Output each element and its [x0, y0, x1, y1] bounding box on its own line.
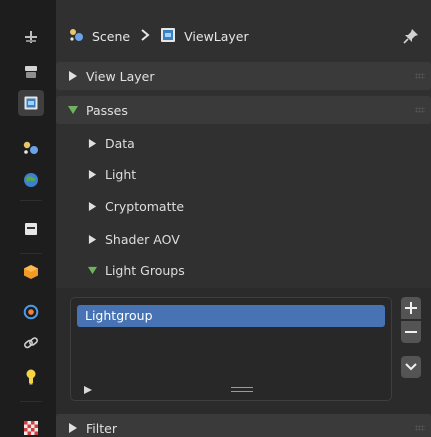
view-layer-panel-header[interactable]: View Layer	[56, 62, 431, 90]
render-tab[interactable]	[21, 62, 41, 82]
constraints-tab[interactable]	[21, 333, 41, 353]
remove-lightgroup-button[interactable]	[401, 321, 421, 343]
subpanel-light-groups[interactable]: Light Groups	[56, 255, 431, 286]
passes-panel-header[interactable]: Passes	[56, 96, 431, 124]
lightgroup-list[interactable]: Lightgroup	[70, 297, 392, 401]
drag-handle[interactable]	[415, 425, 425, 431]
drag-handle[interactable]	[415, 107, 425, 113]
physics-icon	[23, 304, 39, 320]
texture-icon	[24, 421, 38, 435]
subpanel-label: Light Groups	[105, 263, 185, 278]
collapsed-triangle-icon	[88, 235, 97, 244]
breadcrumb: Scene ViewLayer	[56, 12, 431, 60]
constraints-icon	[24, 337, 38, 349]
panel-label: View Layer	[86, 68, 155, 84]
physics-tab[interactable]	[21, 302, 41, 322]
render-icon	[25, 66, 37, 78]
subpanel-data[interactable]: Data	[56, 128, 431, 159]
collapsed-triangle-icon	[88, 139, 97, 148]
plus-icon	[405, 302, 417, 314]
collection-tab[interactable]	[21, 219, 41, 239]
view-layer-tab[interactable]	[18, 90, 44, 116]
texture-tab[interactable]	[21, 418, 41, 437]
panel-label: Passes	[86, 102, 128, 118]
subpanel-label: Cryptomatte	[105, 199, 185, 214]
collapsed-triangle-icon	[88, 202, 97, 211]
view-layer-icon	[24, 96, 38, 110]
subpanel-label: Light	[105, 167, 137, 182]
collapsed-triangle-icon	[69, 423, 77, 433]
tool-icon	[25, 31, 37, 43]
object-tab[interactable]	[21, 262, 41, 282]
world-tab[interactable]	[21, 170, 41, 190]
lightgroup-specials-menu-button[interactable]	[401, 356, 421, 378]
expanded-triangle-icon	[88, 266, 97, 275]
collection-icon	[25, 223, 37, 235]
add-lightgroup-button[interactable]	[401, 297, 421, 319]
collapsed-triangle-icon	[88, 170, 97, 179]
scene-tab[interactable]	[21, 138, 41, 158]
panel-label: Filter	[86, 420, 117, 436]
expanded-triangle-icon	[68, 106, 78, 114]
list-item[interactable]: Lightgroup	[77, 305, 385, 327]
tool-tab[interactable]	[21, 27, 41, 47]
light-bulb-icon	[26, 369, 36, 385]
minus-icon	[405, 331, 417, 333]
subpanel-label: Shader AOV	[105, 232, 180, 247]
breadcrumb-scene: Scene	[92, 28, 131, 44]
chevron-right-icon	[140, 28, 150, 44]
view-layer-icon	[160, 27, 176, 46]
drag-handle[interactable]	[415, 73, 425, 79]
scene-icon	[68, 27, 84, 46]
subpanel-cryptomatte[interactable]: Cryptomatte	[56, 191, 431, 222]
chevron-down-icon	[405, 363, 417, 371]
pin-icon[interactable]	[403, 28, 419, 47]
list-resize-handle[interactable]	[231, 387, 253, 392]
list-filter-expand-icon[interactable]	[83, 383, 93, 398]
properties-tab-bar	[0, 0, 50, 437]
light-groups-content: Lightgroup	[56, 288, 431, 414]
subpanel-shader-aov[interactable]: Shader AOV	[56, 224, 431, 255]
world-icon	[24, 173, 38, 187]
object-data-tab[interactable]	[21, 367, 41, 387]
properties-editor: Scene ViewLayer View Layer Passes Data L…	[56, 0, 431, 437]
breadcrumb-view-layer: ViewLayer	[184, 28, 249, 44]
filter-panel-header[interactable]: Filter	[56, 414, 431, 437]
object-icon	[24, 265, 38, 279]
subpanel-label: Data	[105, 136, 135, 151]
subpanel-light[interactable]: Light	[56, 159, 431, 190]
collapsed-triangle-icon	[69, 71, 77, 81]
scene-icon	[23, 141, 38, 154]
